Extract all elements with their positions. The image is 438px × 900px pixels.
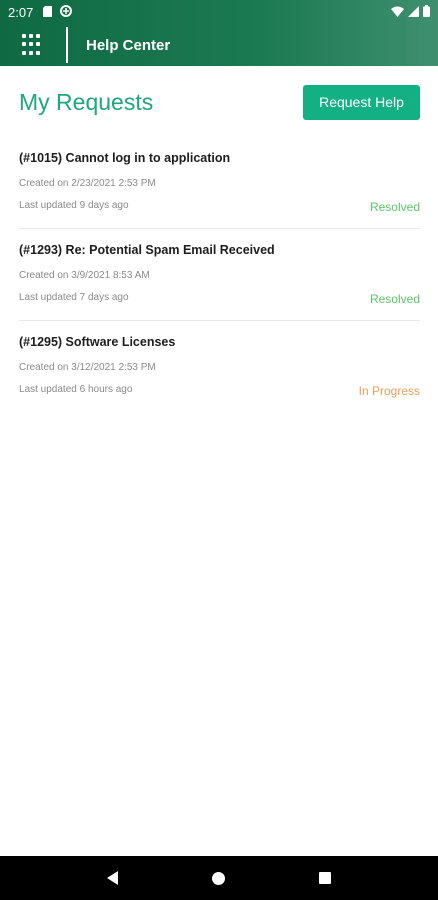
toolbar-divider — [66, 27, 68, 63]
request-help-button[interactable]: Request Help — [303, 84, 420, 120]
request-title: (#1293) Re: Potential Spam Email Receive… — [19, 243, 275, 257]
signal-icon — [408, 5, 419, 20]
app-title: Help Center — [86, 36, 171, 54]
sd-card-icon — [43, 5, 53, 20]
request-created: Created on 3/9/2021 8:53 AM — [19, 270, 150, 281]
home-icon[interactable] — [212, 871, 225, 885]
page-title: My Requests — [19, 88, 154, 115]
status-bar: 2:07 — [0, 0, 438, 24]
battery-icon — [423, 4, 430, 20]
recents-icon[interactable] — [319, 872, 331, 884]
request-status: Resolved — [369, 200, 420, 214]
status-time: 2:07 — [8, 4, 34, 20]
apps-grid-icon[interactable] — [22, 34, 44, 56]
request-title: (#1295) Software Licenses — [19, 335, 176, 349]
request-item[interactable]: (#1293) Re: Potential Spam Email Receive… — [19, 229, 420, 321]
request-updated: Last updated 6 hours ago — [19, 384, 133, 395]
back-icon[interactable] — [107, 871, 118, 885]
request-updated: Last updated 7 days ago — [19, 292, 129, 303]
request-created: Created on 2/23/2021 2:53 PM — [19, 178, 156, 189]
data-saver-icon — [60, 4, 73, 20]
toolbar: Help Center — [0, 24, 438, 66]
request-title: (#1015) Cannot log in to application — [19, 151, 231, 165]
system-nav-bar — [0, 856, 438, 900]
request-item[interactable]: (#1295) Software Licenses Created on 3/1… — [19, 321, 420, 413]
request-list: (#1015) Cannot log in to application Cre… — [19, 137, 420, 413]
request-status: Resolved — [369, 292, 420, 306]
app-bar: 2:07 Help Center — [0, 0, 438, 66]
request-status: In Progress — [358, 384, 420, 398]
page-header: My Requests Request Help — [19, 84, 420, 120]
wifi-icon — [391, 5, 404, 20]
request-item[interactable]: (#1015) Cannot log in to application Cre… — [19, 137, 420, 229]
request-created: Created on 3/12/2021 2:53 PM — [19, 362, 156, 373]
request-updated: Last updated 9 days ago — [19, 200, 129, 211]
